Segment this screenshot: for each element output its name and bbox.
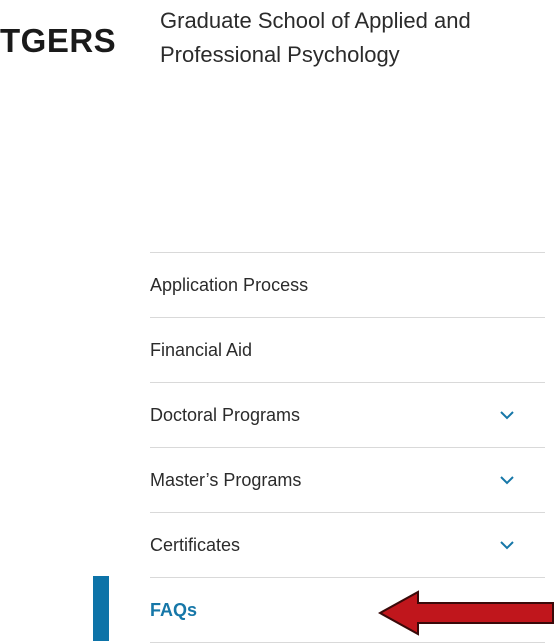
- nav-item-application-process[interactable]: Application Process: [150, 253, 545, 318]
- nav-item-label: Doctoral Programs: [150, 404, 301, 425]
- chevron-down-icon[interactable]: [499, 537, 515, 553]
- nav-item-certificates[interactable]: Certificates: [150, 513, 545, 578]
- chevron-down-icon[interactable]: [499, 472, 515, 488]
- university-logo-text[interactable]: TGERS: [0, 22, 116, 60]
- active-item-marker: [93, 576, 109, 641]
- nav-item-financial-aid[interactable]: Financial Aid: [150, 318, 545, 383]
- nav-item-label: Certificates: [150, 534, 241, 555]
- nav-item-doctoral-programs[interactable]: Doctoral Programs: [150, 383, 545, 448]
- nav-item-label: Financial Aid: [150, 339, 253, 360]
- nav-item-label: Application Process: [150, 274, 309, 295]
- sidebar-nav: Application Process Financial Aid Doctor…: [150, 252, 545, 643]
- school-name[interactable]: Graduate School of Applied and Professio…: [160, 4, 540, 72]
- arrow-left-icon: [378, 590, 554, 636]
- nav-item-masters-programs[interactable]: Master’s Programs: [150, 448, 545, 513]
- nav-item-label: Master’s Programs: [150, 469, 302, 490]
- chevron-down-icon[interactable]: [499, 407, 515, 423]
- nav-item-label: FAQs: [150, 599, 198, 620]
